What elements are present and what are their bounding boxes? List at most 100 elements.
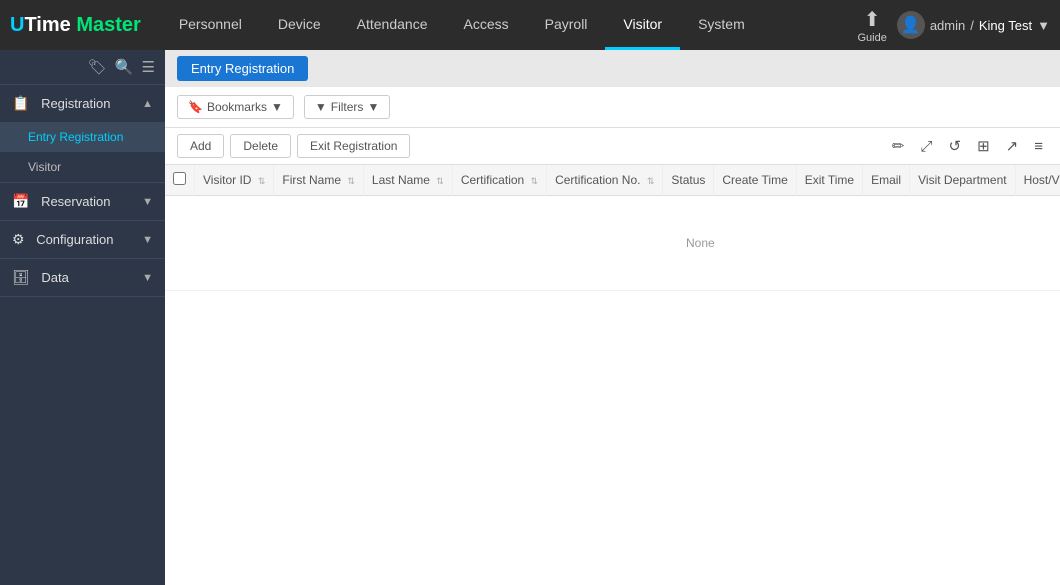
reservation-icon: 📅 bbox=[12, 193, 29, 209]
sidebar-reservation-label: Reservation bbox=[41, 194, 110, 209]
user-slash: / bbox=[970, 18, 974, 33]
col-last-name-label: Last Name bbox=[372, 173, 430, 187]
edit-icon-button[interactable]: ✏ bbox=[887, 134, 910, 158]
col-email-label: Email bbox=[871, 173, 901, 187]
add-button[interactable]: Add bbox=[177, 134, 224, 158]
empty-row: None bbox=[165, 196, 1060, 291]
col-host-visited-label: Host/Visited bbox=[1024, 173, 1060, 187]
logo-time: Time bbox=[24, 14, 76, 36]
nav-item-personnel[interactable]: Personnel bbox=[161, 0, 260, 50]
col-certification-label: Certification bbox=[461, 173, 524, 187]
action-left: Add Delete Exit Registration bbox=[177, 134, 410, 158]
reservation-chevron-icon: ▼ bbox=[142, 196, 153, 208]
nav-item-attendance[interactable]: Attendance bbox=[339, 0, 446, 50]
sidebar-configuration-label: Configuration bbox=[36, 232, 113, 247]
visitor-table: Visitor ID ⇅ First Name ⇅ Last Name ⇅ bbox=[165, 165, 1060, 291]
bookmarks-label: Bookmarks bbox=[207, 100, 267, 114]
table-header-row: Visitor ID ⇅ First Name ⇅ Last Name ⇅ bbox=[165, 165, 1060, 196]
sidebar-data-label: Data bbox=[41, 270, 68, 285]
col-exit-time: Exit Time bbox=[796, 165, 862, 196]
nav-item-payroll[interactable]: Payroll bbox=[527, 0, 606, 50]
action-bar: Add Delete Exit Registration ✏ ⤢ ↺ ⊞ ↗ bbox=[165, 128, 1060, 165]
columns-icon: ⊞ bbox=[977, 138, 990, 155]
col-visitor-id[interactable]: Visitor ID ⇅ bbox=[195, 165, 274, 196]
user-admin: admin bbox=[930, 18, 965, 33]
filters-chevron-icon: ▼ bbox=[367, 100, 379, 114]
filters-label: Filters bbox=[331, 100, 364, 114]
bookmark-icon: 🔖 bbox=[188, 100, 203, 114]
select-all-col bbox=[165, 165, 195, 196]
bookmarks-chevron-icon: ▼ bbox=[271, 100, 283, 114]
nav-item-device[interactable]: Device bbox=[260, 0, 339, 50]
refresh-icon-button[interactable]: ↺ bbox=[944, 134, 967, 158]
col-create-time: Create Time bbox=[714, 165, 796, 196]
sidebar-section-data-header[interactable]: 🗄 Data ▼ bbox=[0, 259, 165, 296]
delete-button[interactable]: Delete bbox=[230, 134, 291, 158]
filter-icon: ▼ bbox=[315, 100, 327, 114]
bookmarks-button[interactable]: 🔖 Bookmarks ▼ bbox=[177, 95, 294, 119]
col-first-name-label: First Name bbox=[282, 173, 341, 187]
top-nav: UTime Master Personnel Device Attendance… bbox=[0, 0, 1060, 50]
col-certification[interactable]: Certification ⇅ bbox=[452, 165, 546, 196]
top-right: ⬆ Guide 👤 admin/King Test ▼ bbox=[857, 7, 1050, 44]
action-right: ✏ ⤢ ↺ ⊞ ↗ ≡ bbox=[887, 134, 1048, 158]
sort-visitor-id-icon: ⇅ bbox=[258, 176, 266, 186]
sort-last-name-icon: ⇅ bbox=[436, 176, 444, 186]
select-all-checkbox[interactable] bbox=[173, 172, 186, 185]
col-first-name[interactable]: First Name ⇅ bbox=[274, 165, 364, 196]
sidebar-section-configuration: ⚙ Configuration ▼ bbox=[0, 221, 165, 259]
search-icon[interactable]: 🔍 bbox=[115, 58, 134, 76]
tag-icon[interactable]: 🏷 bbox=[88, 58, 107, 76]
col-exit-time-label: Exit Time bbox=[805, 173, 854, 187]
nav-item-system[interactable]: System bbox=[680, 0, 763, 50]
guide-label: Guide bbox=[857, 32, 886, 44]
col-status-label: Status bbox=[671, 173, 705, 187]
sidebar-section-reservation-header[interactable]: 📅 Reservation ▼ bbox=[0, 183, 165, 220]
sort-certification-icon: ⇅ bbox=[531, 176, 539, 186]
refresh-icon: ↺ bbox=[949, 138, 962, 155]
guide-icon: ⬆ bbox=[864, 7, 881, 32]
app-logo: UTime Master bbox=[10, 14, 141, 37]
col-certification-no[interactable]: Certification No. ⇅ bbox=[547, 165, 663, 196]
logo-u: U bbox=[10, 14, 24, 36]
col-email: Email bbox=[863, 165, 910, 196]
guide-button[interactable]: ⬆ Guide bbox=[857, 7, 886, 44]
exit-registration-button[interactable]: Exit Registration bbox=[297, 134, 410, 158]
sidebar-section-registration-header[interactable]: 📋 Registration ▲ bbox=[0, 85, 165, 122]
user-menu[interactable]: 👤 admin/King Test ▼ bbox=[897, 11, 1050, 39]
col-visit-department-label: Visit Department bbox=[918, 173, 1006, 187]
nav-item-access[interactable]: Access bbox=[446, 0, 527, 50]
sidebar-section-reservation: 📅 Reservation ▼ bbox=[0, 183, 165, 221]
col-host-visited: Host/Visited bbox=[1015, 165, 1060, 196]
edit-icon: ✏ bbox=[892, 138, 905, 155]
columns-icon-button[interactable]: ⊞ bbox=[972, 134, 995, 158]
data-chevron-icon: ▼ bbox=[142, 272, 153, 284]
sidebar-section-configuration-header[interactable]: ⚙ Configuration ▼ bbox=[0, 221, 165, 258]
export-icon-button[interactable]: ↗ bbox=[1001, 134, 1024, 158]
filters-button[interactable]: ▼ Filters ▼ bbox=[304, 95, 390, 119]
sidebar-item-visitor[interactable]: Visitor bbox=[0, 152, 165, 182]
main-layout: 🏷 🔍 ☰ 📋 Registration ▲ Entry Registratio… bbox=[0, 50, 1060, 585]
sort-first-name-icon: ⇅ bbox=[347, 176, 355, 186]
content-area: Entry Registration 🔖 Bookmarks ▼ ▼ Filte… bbox=[165, 50, 1060, 585]
col-certification-no-label: Certification No. bbox=[555, 173, 640, 187]
nav-item-visitor[interactable]: Visitor bbox=[605, 0, 680, 50]
col-last-name[interactable]: Last Name ⇅ bbox=[363, 165, 452, 196]
export-icon: ↗ bbox=[1006, 138, 1019, 155]
main-nav: Personnel Device Attendance Access Payro… bbox=[161, 0, 858, 50]
configuration-icon: ⚙ bbox=[12, 231, 25, 247]
sidebar-section-data: 🗄 Data ▼ bbox=[0, 259, 165, 297]
sidebar-registration-label: Registration bbox=[41, 96, 110, 111]
settings-icon-button[interactable]: ≡ bbox=[1029, 135, 1048, 158]
data-icon: 🗄 bbox=[12, 269, 30, 285]
breadcrumb-entry-registration[interactable]: Entry Registration bbox=[177, 56, 308, 81]
user-avatar: 👤 bbox=[897, 11, 925, 39]
expand-icon-button[interactable]: ⤢ bbox=[915, 135, 937, 158]
list-icon[interactable]: ☰ bbox=[142, 58, 155, 76]
sidebar-toolbar: 🏷 🔍 ☰ bbox=[0, 50, 165, 85]
table-toolbar: 🔖 Bookmarks ▼ ▼ Filters ▼ bbox=[165, 87, 1060, 128]
sidebar-item-entry-registration[interactable]: Entry Registration bbox=[0, 122, 165, 152]
expand-icon: ⤢ bbox=[920, 138, 932, 155]
sort-certification-no-icon: ⇅ bbox=[647, 176, 655, 186]
col-visitor-id-label: Visitor ID bbox=[203, 173, 251, 187]
